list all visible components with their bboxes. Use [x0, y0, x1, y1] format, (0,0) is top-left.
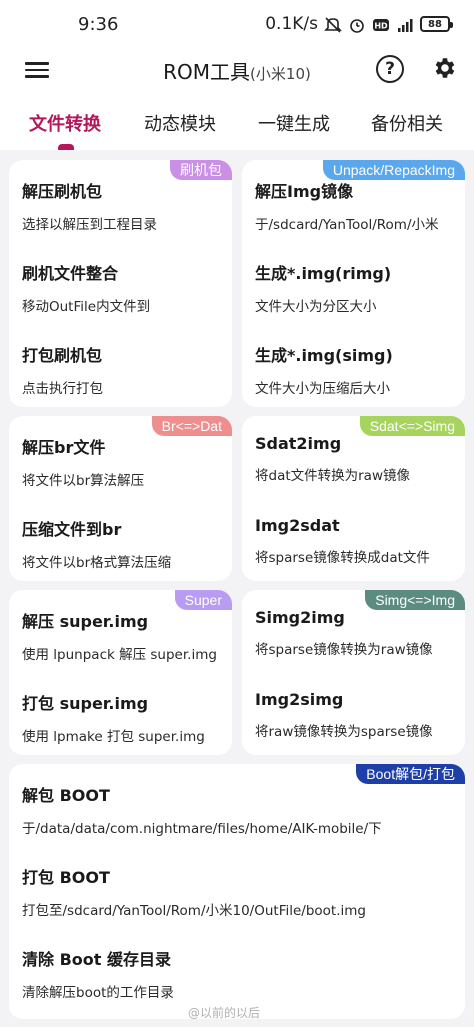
card-super: Super 解压 super.img 使用 lpunpack 解压 super.… — [9, 590, 232, 755]
status-bar: 9:36 0.1K/s HD 88 — [0, 0, 474, 50]
battery-icon: 88 — [420, 16, 453, 32]
item-desc: 移动OutFile内文件到 — [22, 299, 151, 315]
badge-sdat-simg: Sdat<=>Simg — [359, 416, 465, 436]
item-desc: 将sparse镜像转换成dat文件 — [255, 550, 430, 566]
item-build-simg[interactable]: 生成*.img(simg) 文件大小为压缩后大小 — [255, 342, 459, 397]
item-unpack-super[interactable]: 解压 super.img 使用 lpunpack 解压 super.img — [22, 608, 226, 663]
item-title: 生成*.img(rimg) — [255, 264, 392, 283]
item-desc: 文件大小为压缩后大小 — [255, 381, 390, 397]
item-title: 压缩文件到br — [22, 520, 122, 539]
item-desc: 使用 lpunpack 解压 super.img — [22, 647, 217, 663]
item-title: 打包刷机包 — [22, 346, 103, 365]
item-title: 解压br文件 — [22, 438, 106, 457]
badge-super: Super — [174, 590, 232, 610]
tab-file-convert[interactable]: 文件转换 — [29, 110, 101, 136]
badge-br-dat: Br<=>Dat — [151, 416, 232, 436]
item-title: Simg2img — [255, 608, 345, 627]
item-desc: 将文件以br格式算法压缩 — [22, 555, 172, 571]
item-title: 刷机文件整合 — [22, 264, 119, 283]
tab-one-click-build[interactable]: 一键生成 — [258, 110, 330, 136]
watermark: @以前的以后 — [188, 1006, 261, 1020]
card-simg-img: Simg<=>Img Simg2img 将sparse镜像转换为raw镜像 Im… — [242, 590, 465, 755]
app-title-text: ROM工具 — [163, 60, 251, 84]
item-title: Img2sdat — [255, 516, 340, 535]
item-desc: 文件大小为分区大小 — [255, 299, 377, 315]
item-desc: 点击执行打包 — [22, 381, 103, 397]
mute-icon — [324, 16, 342, 33]
item-sdat2img[interactable]: Sdat2img 将dat文件转换为raw镜像 — [255, 434, 459, 484]
status-icons: 0.1K/s HD 88 — [265, 14, 453, 34]
item-title: 清除 Boot 缓存目录 — [22, 950, 171, 969]
item-pack-flash[interactable]: 打包刷机包 点击执行打包 — [22, 342, 226, 397]
item-desc: 使用 lpmake 打包 super.img — [22, 729, 205, 745]
item-desc: 于/sdcard/YanTool/Rom/小米 — [255, 217, 439, 233]
item-title: 解压Img镜像 — [255, 182, 354, 201]
item-desc: 打包至/sdcard/YanTool/Rom/小米10/OutFile/boot… — [22, 903, 366, 919]
item-title: 解压 super.img — [22, 612, 149, 631]
badge-flash-package: 刷机包 — [170, 160, 232, 180]
item-img2simg[interactable]: Img2simg 将raw镜像转换为sparse镜像 — [255, 690, 459, 740]
app-subtitle: (小米10) — [250, 65, 311, 83]
item-title: 打包 super.img — [22, 694, 149, 713]
item-unpack-flash[interactable]: 解压刷机包 选择以解压到工程目录 — [22, 178, 226, 233]
item-img2sdat[interactable]: Img2sdat 将sparse镜像转换成dat文件 — [255, 516, 459, 566]
item-pack-boot[interactable]: 打包 BOOT 打包至/sdcard/YanTool/Rom/小米10/OutF… — [22, 864, 459, 919]
net-speed: 0.1K/s — [265, 14, 318, 34]
item-desc: 将文件以br算法解压 — [22, 473, 145, 489]
tab-backup[interactable]: 备份相关 — [371, 110, 443, 136]
svg-text:HD: HD — [374, 22, 388, 31]
status-time: 9:36 — [78, 14, 119, 35]
badge-simg-img: Simg<=>Img — [365, 590, 465, 610]
app-bar: ROM工具(小米10) ? — [0, 50, 474, 92]
item-title: 打包 BOOT — [22, 868, 110, 887]
item-unpack-boot[interactable]: 解包 BOOT 于/data/data/com.nightmare/files/… — [22, 782, 459, 837]
item-title: 生成*.img(simg) — [255, 346, 393, 365]
help-icon[interactable]: ? — [376, 55, 404, 83]
card-flash-package: 刷机包 解压刷机包 选择以解压到工程目录 刷机文件整合 移动OutFile内文件… — [9, 160, 232, 407]
item-desc: 将dat文件转换为raw镜像 — [255, 468, 410, 484]
item-merge-flash-files[interactable]: 刷机文件整合 移动OutFile内文件到 — [22, 260, 226, 315]
alarm-icon — [348, 16, 366, 33]
item-unpack-img[interactable]: 解压Img镜像 于/sdcard/YanTool/Rom/小米 — [255, 178, 459, 233]
card-sdat-simg: Sdat<=>Simg Sdat2img 将dat文件转换为raw镜像 Img2… — [242, 416, 465, 581]
item-pack-super[interactable]: 打包 super.img 使用 lpmake 打包 super.img — [22, 690, 226, 745]
card-br-dat: Br<=>Dat 解压br文件 将文件以br算法解压 压缩文件到br 将文件以b… — [9, 416, 232, 581]
item-decompress-br[interactable]: 解压br文件 将文件以br算法解压 — [22, 434, 226, 489]
tab-dynamic-module[interactable]: 动态模块 — [144, 110, 216, 136]
item-clear-boot-cache[interactable]: 清除 Boot 缓存目录 清除解压boot的工作目录 — [22, 946, 459, 1001]
card-unpack-repack-img: Unpack/RepackImg 解压Img镜像 于/sdcard/YanToo… — [242, 160, 465, 407]
hd-icon: HD — [372, 16, 390, 32]
item-desc: 选择以解压到工程目录 — [22, 217, 157, 233]
item-title: 解压刷机包 — [22, 182, 103, 201]
item-title: Img2simg — [255, 690, 344, 709]
item-desc: 将sparse镜像转换为raw镜像 — [255, 642, 433, 658]
gear-icon[interactable] — [431, 55, 457, 81]
item-title: Sdat2img — [255, 434, 342, 453]
badge-unpack-repack: Unpack/RepackImg — [322, 160, 465, 180]
item-simg2img[interactable]: Simg2img 将sparse镜像转换为raw镜像 — [255, 608, 459, 658]
item-desc: 于/data/data/com.nightmare/files/home/AIK… — [22, 821, 382, 837]
card-boot: Boot解包/打包 解包 BOOT 于/data/data/com.nightm… — [9, 764, 465, 1019]
tab-bar: 文件转换 动态模块 一键生成 备份相关 — [0, 92, 474, 150]
badge-boot: Boot解包/打包 — [356, 764, 465, 784]
tab-indicator — [58, 144, 74, 150]
item-build-rimg[interactable]: 生成*.img(rimg) 文件大小为分区大小 — [255, 260, 459, 315]
item-title: 解包 BOOT — [22, 786, 110, 805]
item-compress-br[interactable]: 压缩文件到br 将文件以br格式算法压缩 — [22, 516, 226, 571]
signal-icon — [396, 16, 414, 32]
item-desc: 清除解压boot的工作目录 — [22, 985, 174, 1001]
item-desc: 将raw镜像转换为sparse镜像 — [255, 724, 433, 740]
